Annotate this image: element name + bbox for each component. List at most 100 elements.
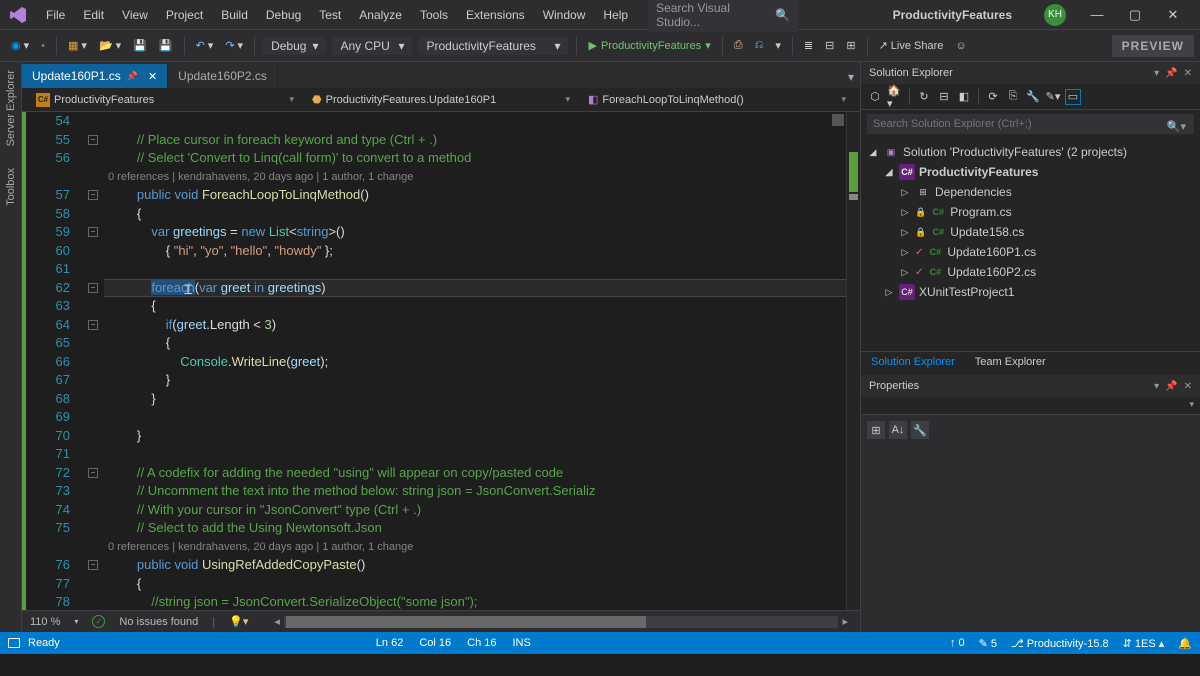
panel-dropdown-icon[interactable]: ▾ bbox=[1154, 68, 1159, 79]
tree-item-update160p2-cs[interactable]: ▷✓C#Update160P2.cs bbox=[863, 262, 1198, 282]
tab-team-explorer[interactable]: Team Explorer bbox=[965, 352, 1056, 375]
sync-icon[interactable]: ↻ bbox=[916, 89, 932, 105]
close-button[interactable]: ✕ bbox=[1154, 0, 1192, 30]
show-all-icon[interactable]: ◧ bbox=[956, 89, 972, 105]
zoom-level[interactable]: 110 % bbox=[30, 616, 60, 628]
status-line[interactable]: Ln 62 bbox=[376, 637, 404, 649]
menu-test[interactable]: Test bbox=[311, 4, 349, 26]
open-file-button[interactable]: 📂▾ bbox=[94, 36, 126, 55]
startup-combo[interactable]: ProductivityFeatures▾ bbox=[418, 37, 568, 55]
props-wrench-icon[interactable]: 🔧 bbox=[911, 421, 929, 439]
nav-forward-button[interactable]: • bbox=[36, 37, 50, 55]
panel-dropdown-icon[interactable]: ▾ bbox=[1154, 381, 1159, 392]
server-explorer-tab[interactable]: Server Explorer bbox=[3, 68, 19, 148]
horizontal-scrollbar[interactable]: ◂ ▸ bbox=[270, 616, 852, 628]
step-button-1[interactable]: ⎙ bbox=[729, 36, 748, 55]
nav-member[interactable]: ◧ForeachLoopToLinqMethod()▾ bbox=[582, 91, 852, 108]
pending-changes[interactable]: ✎ 5 bbox=[979, 637, 997, 650]
output-icon[interactable] bbox=[8, 638, 20, 648]
solution-tree[interactable]: ◢▣Solution 'ProductivityFeatures' (2 pro… bbox=[861, 138, 1200, 351]
nav-project[interactable]: C#ProductivityFeatures▾ bbox=[30, 91, 300, 109]
repo-indicator[interactable]: ⇵ 1ES ▴ bbox=[1123, 637, 1165, 650]
split-button[interactable] bbox=[832, 114, 844, 126]
fold-column[interactable]: −−−−−−− bbox=[86, 112, 104, 610]
notifications-icon[interactable]: 🔔 bbox=[1178, 637, 1192, 650]
new-project-button[interactable]: ▦▾ bbox=[63, 36, 92, 55]
preview-toggle[interactable]: ▭ bbox=[1065, 89, 1081, 105]
quick-launch[interactable]: Search Visual Studio... 🔍 bbox=[648, 0, 798, 32]
menu-file[interactable]: File bbox=[38, 4, 73, 26]
menu-tools[interactable]: Tools bbox=[412, 4, 456, 26]
refresh-icon[interactable]: ⟳ bbox=[985, 89, 1001, 105]
home-button[interactable]: 🏠▾ bbox=[887, 89, 903, 105]
liveshare-button[interactable]: ↗ Live Share bbox=[874, 36, 949, 55]
tree-item-update160p1-cs[interactable]: ▷✓C#Update160P1.cs bbox=[863, 242, 1198, 262]
tab-solution-explorer[interactable]: Solution Explorer bbox=[861, 352, 965, 375]
minimize-button[interactable]: — bbox=[1078, 0, 1116, 30]
tab-update160p1[interactable]: Update160P1.cs 📌 ✕ bbox=[22, 64, 168, 88]
menu-extensions[interactable]: Extensions bbox=[458, 4, 533, 26]
menu-help[interactable]: Help bbox=[595, 4, 636, 26]
menu-build[interactable]: Build bbox=[213, 4, 256, 26]
categorize-icon[interactable]: ⊞ bbox=[867, 421, 885, 439]
config-combo[interactable]: Debug▾ bbox=[263, 37, 326, 55]
indent-button-2[interactable]: ⊟ bbox=[820, 36, 839, 55]
issues-text[interactable]: No issues found bbox=[119, 616, 198, 628]
menu-debug[interactable]: Debug bbox=[258, 4, 309, 26]
panel-pin-icon[interactable]: 📌 bbox=[1165, 381, 1177, 392]
status-ch[interactable]: Ch 16 bbox=[467, 637, 496, 649]
panel-pin-icon[interactable]: 📌 bbox=[1165, 68, 1177, 79]
toolbox-tab[interactable]: Toolbox bbox=[3, 166, 19, 208]
nav-type[interactable]: ⬣ProductivityFeatures.Update160P1▾ bbox=[306, 91, 576, 108]
save-button[interactable]: 💾 bbox=[128, 36, 152, 55]
pin-icon[interactable]: 📌 bbox=[127, 71, 138, 82]
properties-body: ⊞ A↓ 🔧 bbox=[861, 415, 1200, 632]
home-icon[interactable]: ⬡ bbox=[867, 89, 883, 105]
maximize-button[interactable]: ▢ bbox=[1116, 0, 1154, 30]
collapse-icon[interactable]: ⊟ bbox=[936, 89, 952, 105]
properties-combo[interactable]: ▾ bbox=[861, 397, 1200, 415]
lightbulb-icon[interactable]: 💡▾ bbox=[229, 615, 248, 628]
tree-item-update158-cs[interactable]: ▷🔒C#Update158.cs bbox=[863, 222, 1198, 242]
search-icon[interactable]: 🔍▾ bbox=[1167, 120, 1186, 133]
tab-update160p2[interactable]: Update160P2.cs bbox=[168, 64, 278, 88]
sort-icon[interactable]: A↓ bbox=[889, 421, 907, 439]
menu-view[interactable]: View bbox=[114, 4, 156, 26]
tree-item-dependencies[interactable]: ▷⊞Dependencies bbox=[863, 182, 1198, 202]
redo-button[interactable]: ↷▾ bbox=[220, 36, 248, 55]
start-debug-button[interactable]: ▶ ProductivityFeatures ▾ bbox=[583, 36, 715, 55]
wrench-icon[interactable]: ✎▾ bbox=[1045, 89, 1061, 105]
nav-back-button[interactable]: ◉ ▾ bbox=[6, 36, 34, 55]
feedback-button[interactable]: ☺ bbox=[950, 37, 971, 55]
branch-indicator[interactable]: ⎇ Productivity-15.8 bbox=[1011, 637, 1109, 650]
tab-overflow-button[interactable]: ▾ bbox=[842, 66, 860, 88]
solution-search-input[interactable] bbox=[867, 114, 1194, 134]
code-lines[interactable]: // Place cursor in foreach keyword and t… bbox=[104, 112, 846, 610]
save-all-button[interactable]: 💾 bbox=[154, 36, 178, 55]
panel-close-icon[interactable]: ✕ bbox=[1184, 381, 1192, 392]
tree-item-program-cs[interactable]: ▷🔒C#Program.cs bbox=[863, 202, 1198, 222]
close-icon[interactable]: ✕ bbox=[148, 70, 157, 83]
scroll-map[interactable] bbox=[846, 112, 860, 610]
publish-up[interactable]: ↑ 0 bbox=[950, 637, 965, 649]
indent-button-1[interactable]: ≣ bbox=[799, 36, 818, 55]
platform-combo[interactable]: Any CPU▾ bbox=[332, 37, 412, 55]
step-button-2[interactable]: ⎌ bbox=[750, 36, 769, 55]
menu-edit[interactable]: Edit bbox=[75, 4, 112, 26]
status-ins[interactable]: INS bbox=[512, 637, 530, 649]
menu-window[interactable]: Window bbox=[535, 4, 594, 26]
tree-item-productivityfeatures[interactable]: ◢C#ProductivityFeatures bbox=[863, 162, 1198, 182]
properties-icon[interactable]: 🔧 bbox=[1025, 89, 1041, 105]
status-bar: Ready Ln 62 Col 16 Ch 16 INS ↑ 0 ✎ 5 ⎇ P… bbox=[0, 632, 1200, 654]
menu-project[interactable]: Project bbox=[158, 4, 211, 26]
copy-icon[interactable]: ⎘ bbox=[1005, 89, 1021, 105]
panel-close-icon[interactable]: ✕ bbox=[1184, 68, 1192, 79]
step-button-3[interactable]: ▾ bbox=[770, 36, 786, 55]
indent-button-3[interactable]: ⊞ bbox=[841, 36, 860, 55]
undo-button[interactable]: ↶▾ bbox=[191, 36, 219, 55]
status-col[interactable]: Col 16 bbox=[419, 637, 451, 649]
menu-analyze[interactable]: Analyze bbox=[351, 4, 410, 26]
tree-item-xunittestproject1[interactable]: ▷C#XUnitTestProject1 bbox=[863, 282, 1198, 302]
code-editor[interactable]: 5455565758596061626364656667686970717273… bbox=[22, 112, 860, 610]
user-avatar[interactable]: KH bbox=[1044, 4, 1066, 26]
